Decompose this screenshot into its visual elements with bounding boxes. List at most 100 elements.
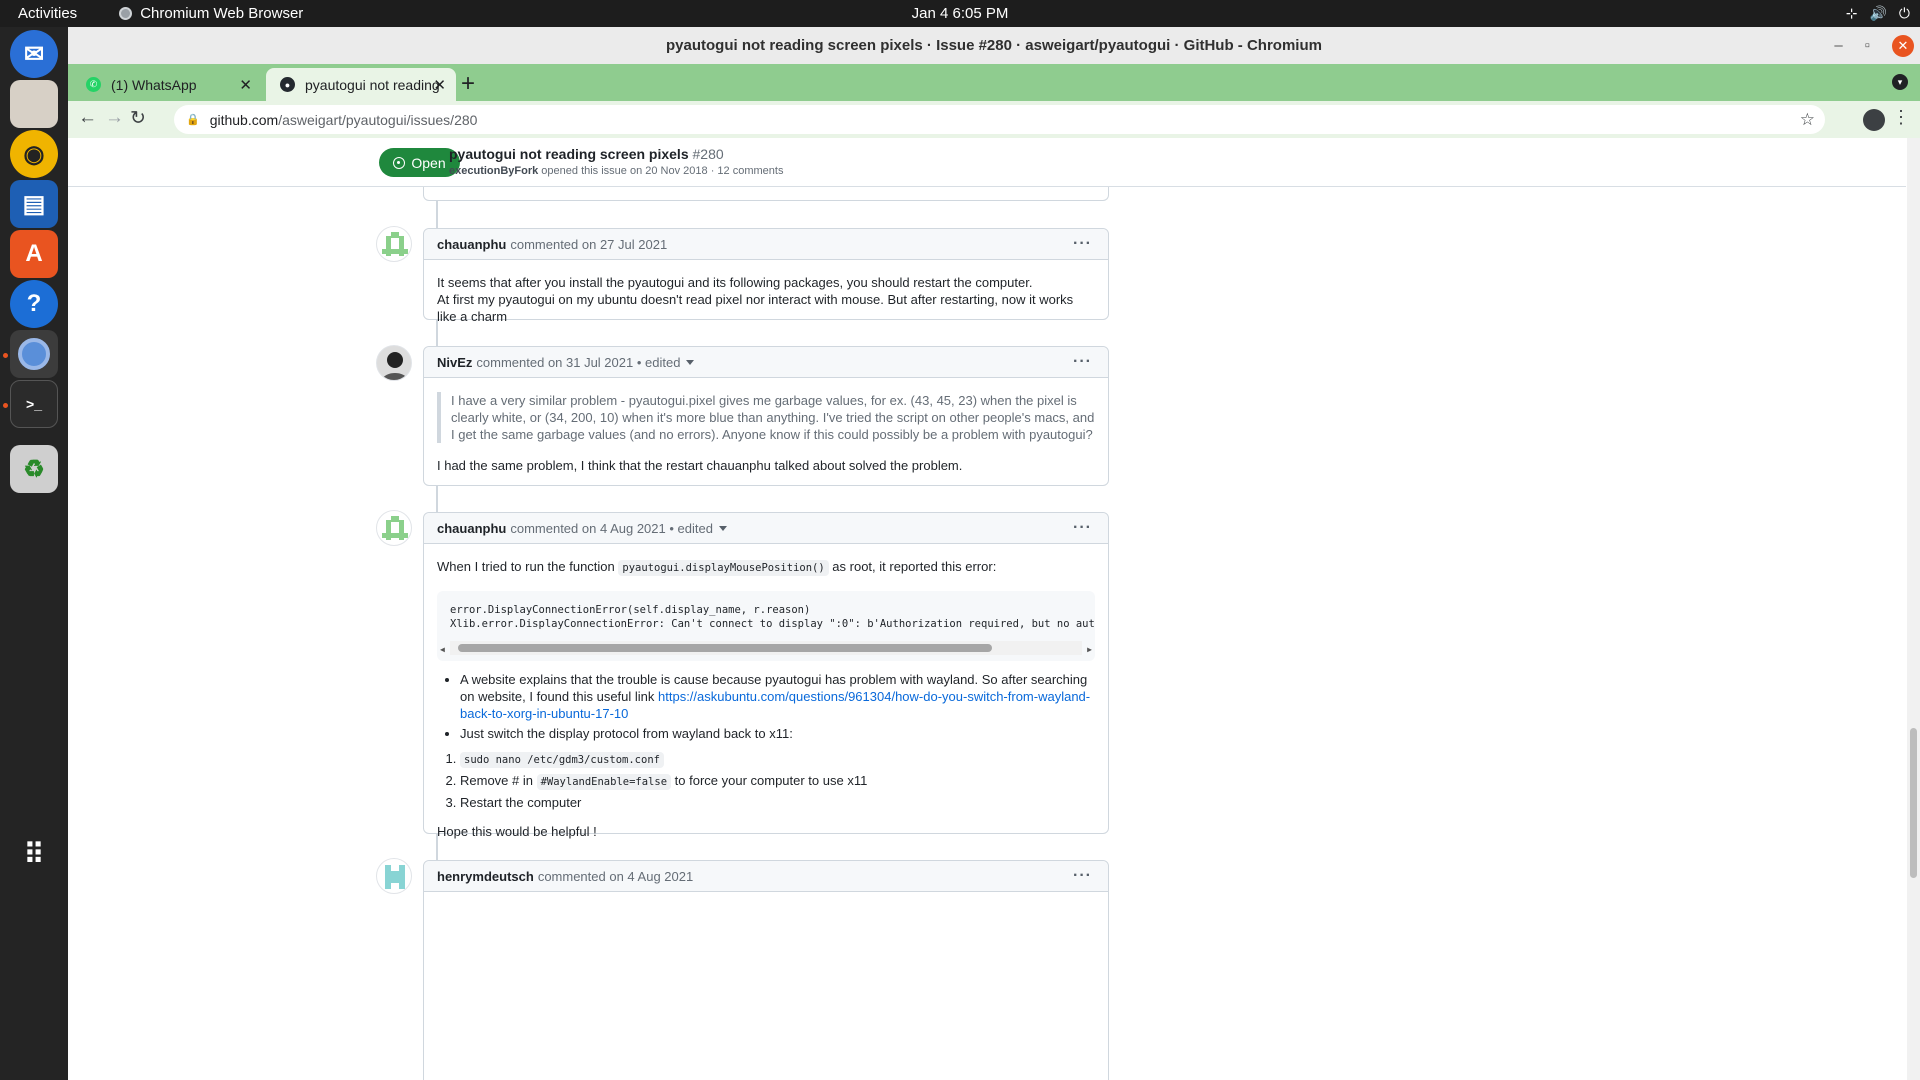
volume-icon: 🔊: [1869, 5, 1887, 21]
list-item: Just switch the display protocol from wa…: [460, 725, 1095, 742]
comment-date-link[interactable]: commented on 4 Aug 2021 • edited: [510, 521, 713, 536]
terminal-icon[interactable]: >_: [10, 380, 58, 428]
edit-history-caret-icon[interactable]: [718, 525, 727, 531]
close-tab-icon[interactable]: ✕: [239, 76, 252, 94]
back-icon[interactable]: ←: [78, 107, 97, 129]
new-tab-icon[interactable]: +: [461, 70, 475, 98]
browser-window: pyautogui not reading screen pixels · Is…: [68, 27, 1920, 1080]
comment-options-icon[interactable]: ···: [1073, 519, 1092, 537]
tab-search-icon[interactable]: ▾: [1892, 74, 1908, 90]
comment-card: chauanphu commented on 4 Aug 2021 • edit…: [423, 512, 1109, 839]
identicon-icon: [382, 232, 408, 256]
issue-number: #280: [692, 146, 724, 162]
inline-code: pyautogui.displayMousePosition(): [618, 560, 829, 576]
comment-date-link[interactable]: commented on 27 Jul 2021: [510, 237, 667, 252]
comment-text: At first my pyautogui on my ubuntu doesn…: [437, 292, 1074, 324]
comment-author-link[interactable]: henrymdeutsch: [437, 869, 534, 884]
issue-open-icon: [393, 156, 406, 169]
libreoffice-writer-icon[interactable]: ▤: [10, 180, 58, 228]
browser-toolbar: ← → ↻ 🔒 github.com/asweigart/pyautogui/i…: [68, 101, 1920, 138]
close-window-icon[interactable]: ✕: [1892, 34, 1914, 57]
comment-options-icon[interactable]: ···: [1073, 867, 1092, 885]
files-icon[interactable]: [10, 80, 58, 128]
running-indicator: [3, 353, 8, 358]
reload-icon[interactable]: ↻: [130, 107, 146, 130]
tab-strip: ✆ (1) WhatsApp ✕ ● pyautogui not reading…: [68, 64, 1920, 101]
issue-title[interactable]: pyautogui not reading screen pixels #280: [449, 146, 724, 162]
list-item: sudo nano /etc/gdm3/custom.conf: [460, 750, 1095, 769]
rhythmbox-icon[interactable]: ◉: [10, 130, 58, 178]
edit-history-caret-icon[interactable]: [686, 359, 695, 365]
comment-author-link[interactable]: NivEz: [437, 355, 472, 370]
github-icon: ●: [280, 77, 295, 92]
system-tray[interactable]: ⊹ 🔊 ⏻: [1846, 0, 1910, 27]
avatar-henrymdeutsch[interactable]: [376, 858, 412, 894]
comment-card: chauanphu commented on 27 Jul 2021 ··· I…: [423, 228, 1109, 324]
chromium-dock-icon[interactable]: [10, 330, 58, 378]
thunderbird-icon[interactable]: ✉: [10, 30, 58, 78]
list-item: Restart the computer: [460, 794, 1095, 811]
tab-github-issue[interactable]: ● pyautogui not reading sc ✕: [266, 68, 456, 101]
comment-card: henrymdeutsch commented on 4 Aug 2021 ··…: [423, 860, 1109, 1080]
identicon-icon: [382, 516, 408, 540]
dock: ✉ ◉ ▤ A ? >_ ♻ ⠿: [0, 27, 68, 1080]
scroll-left-icon[interactable]: ◀: [440, 643, 445, 657]
comment-header: chauanphu commented on 4 Aug 2021 • edit…: [424, 513, 1108, 544]
tab-whatsapp[interactable]: ✆ (1) WhatsApp ✕: [72, 68, 262, 101]
text-segment: as root, it reported this error:: [828, 559, 997, 574]
numbered-list: sudo nano /etc/gdm3/custom.conf Remove #…: [437, 750, 1095, 811]
comment-author-link[interactable]: chauanphu: [437, 521, 506, 536]
url-path: /asweigart/pyautogui/issues/280: [278, 111, 478, 128]
scrollbar-thumb[interactable]: [1910, 728, 1917, 878]
list-item: A website explains that the trouble is c…: [460, 671, 1095, 722]
code-line: Xlib.error.DisplayConnectionError: Can't…: [450, 618, 1095, 630]
show-apps-icon[interactable]: ⠿: [10, 830, 58, 878]
window-title: pyautogui not reading screen pixels · Is…: [666, 37, 1322, 54]
timeline-line: [436, 486, 438, 512]
close-tab-icon[interactable]: ✕: [433, 76, 446, 94]
issue-state-badge: Open: [379, 148, 460, 177]
avatar-chauanphu[interactable]: [376, 226, 412, 262]
issue-meta-text: opened this issue on 20 Nov 2018 · 12 co…: [538, 165, 784, 177]
code-horizontal-scrollbar[interactable]: ◀ ▶: [440, 641, 1092, 655]
activities-button[interactable]: Activities: [18, 5, 77, 22]
network-icon: ⊹: [1845, 5, 1858, 21]
profile-icon[interactable]: [1863, 109, 1885, 131]
comment-body: I have a very similar problem - pyautogu…: [424, 378, 1108, 486]
comment-header: henrymdeutsch commented on 4 Aug 2021 ··…: [424, 861, 1108, 892]
comment-text: It seems that after you install the pyau…: [437, 275, 1033, 290]
window-controls: – ▫ ✕: [1834, 27, 1920, 64]
software-center-icon[interactable]: A: [10, 230, 58, 278]
lock-icon[interactable]: 🔒: [186, 113, 200, 126]
maximize-icon[interactable]: ▫: [1865, 37, 1870, 54]
help-icon[interactable]: ?: [10, 280, 58, 328]
scrollbar-thumb[interactable]: [458, 644, 992, 652]
minimize-icon[interactable]: –: [1834, 37, 1842, 54]
comment-options-icon[interactable]: ···: [1073, 353, 1092, 371]
address-bar[interactable]: 🔒 github.com/asweigart/pyautogui/issues/…: [174, 105, 1825, 134]
issue-sticky-header: Open pyautogui not reading screen pixels…: [68, 138, 1906, 187]
issue-author-link[interactable]: executionByFork: [449, 165, 538, 177]
comment-author-link[interactable]: chauanphu: [437, 237, 506, 252]
bookmark-star-icon[interactable]: ☆: [1800, 110, 1815, 130]
comment-text: I had the same problem, I think that the…: [437, 458, 963, 473]
scroll-right-icon[interactable]: ▶: [1087, 643, 1092, 657]
comment-date-link[interactable]: commented on 4 Aug 2021: [538, 869, 693, 884]
bullet-list: A website explains that the trouble is c…: [437, 671, 1095, 742]
trash-icon[interactable]: ♻: [10, 445, 58, 493]
tab-label: pyautogui not reading sc: [305, 76, 440, 93]
comment-date-link[interactable]: commented on 31 Jul 2021 • edited: [476, 355, 680, 370]
page-scrollbar[interactable]: [1907, 138, 1920, 1080]
forward-icon[interactable]: →: [105, 107, 124, 129]
browser-menu-icon[interactable]: ⋮: [1892, 107, 1910, 128]
power-icon: ⏻: [1898, 5, 1910, 21]
app-menu[interactable]: Chromium Web Browser: [119, 5, 303, 22]
identicon-icon: [385, 865, 405, 889]
comment-options-icon[interactable]: ···: [1073, 235, 1092, 253]
avatar-chauanphu[interactable]: [376, 510, 412, 546]
text-segment: to force your computer to use x11: [671, 773, 868, 788]
avatar-nivez[interactable]: [376, 345, 412, 381]
whatsapp-icon: ✆: [86, 77, 101, 92]
issue-title-text: pyautogui not reading screen pixels: [449, 146, 689, 162]
system-top-bar: Activities Chromium Web Browser Jan 4 6:…: [0, 0, 1920, 27]
